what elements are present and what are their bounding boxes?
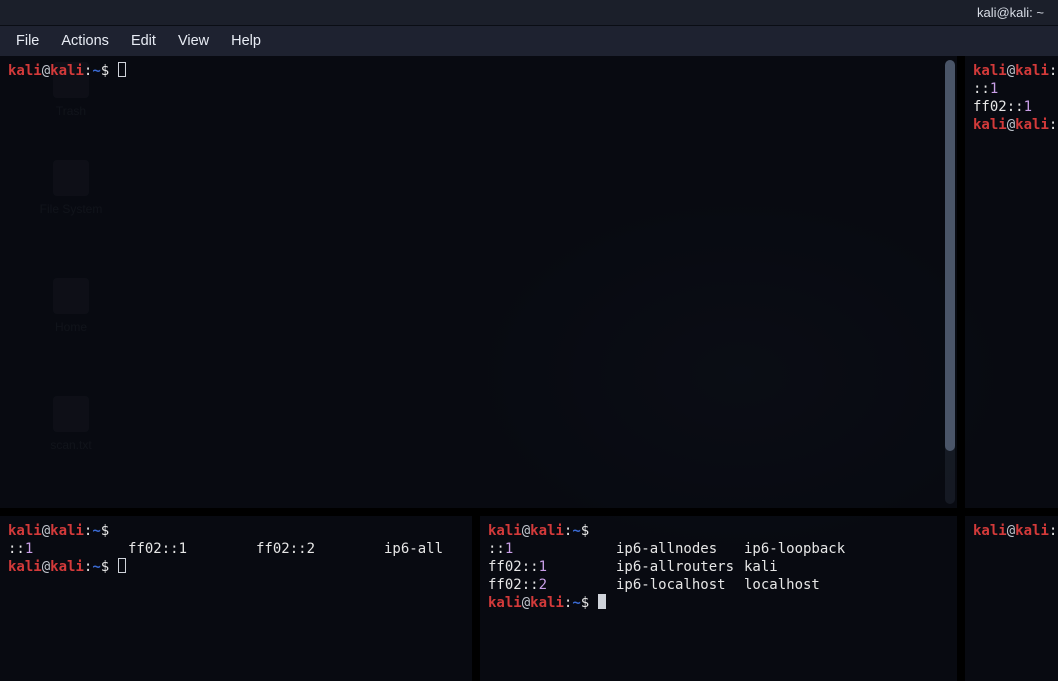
menu-bar: File Actions Edit View Help [0, 26, 1058, 56]
splitter-horizontal[interactable] [0, 508, 1058, 516]
window-titlebar: kali@kali: ~ [0, 0, 1058, 26]
menu-actions[interactable]: Actions [51, 29, 119, 53]
splitter-vertical-mid[interactable] [472, 516, 480, 681]
terminal-output[interactable]: kali@kali:~$ ::1ip6-allnodesip6-loopback… [480, 516, 957, 618]
cursor-icon [118, 558, 126, 573]
menu-view[interactable]: View [168, 29, 219, 53]
splitter-vertical-right[interactable] [957, 56, 965, 681]
pane-bottom-middle[interactable]: kali@kali:~$ ::1ip6-allnodesip6-loopback… [480, 516, 957, 681]
menu-file[interactable]: File [6, 29, 49, 53]
window-title: kali@kali: ~ [977, 5, 1044, 20]
scrollbar[interactable] [945, 60, 955, 504]
scrollbar-thumb[interactable] [945, 60, 955, 451]
pane-bottom-right[interactable]: kali@kali:~ [965, 516, 1058, 681]
menu-edit[interactable]: Edit [121, 29, 166, 53]
terminal-output[interactable]: kali@kali:~ ::1 ff02::1 kali@kali:~ [965, 56, 1058, 140]
pane-top-left[interactable]: kali@kali:~$ [0, 56, 957, 508]
pane-bottom-left[interactable]: kali@kali:~$ ::1ff02::1ff02::2ip6-all ka… [0, 516, 472, 681]
cursor-icon [118, 62, 126, 77]
cursor-icon [598, 594, 606, 609]
terminal-output[interactable]: kali@kali:~$ ::1ff02::1ff02::2ip6-all ka… [0, 516, 472, 582]
terminal-output[interactable]: kali@kali:~$ [0, 56, 957, 86]
terminal-output[interactable]: kali@kali:~ [965, 516, 1058, 546]
terminal-panes: kali@kali:~$ kali@kali:~ ::1 ff02::1 kal… [0, 56, 1058, 681]
pane-top-right[interactable]: kali@kali:~ ::1 ff02::1 kali@kali:~ [965, 56, 1058, 508]
menu-help[interactable]: Help [221, 29, 271, 53]
